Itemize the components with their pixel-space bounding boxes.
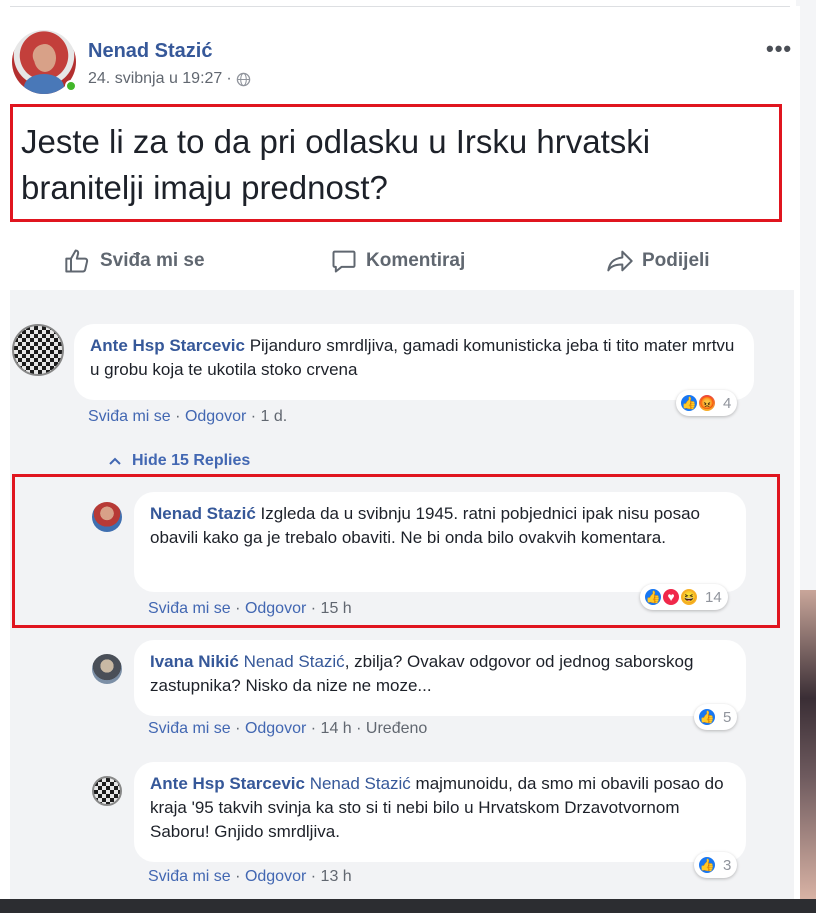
comment-button[interactable]: Komentiraj	[330, 236, 465, 286]
post-timestamp[interactable]: 24. svibnja u 19:27	[88, 70, 222, 88]
reply-avatar[interactable]	[92, 776, 122, 806]
comment-time[interactable]: 1 d.	[261, 408, 288, 425]
reply-author[interactable]: Ivana Nikić	[150, 652, 239, 671]
reply-bubble: Ante Hsp Starcevic Nenad Stazić majmunoi…	[134, 762, 746, 862]
reaction-count: 4	[723, 394, 732, 412]
thumbs-up-icon	[65, 249, 89, 273]
background-photo	[800, 590, 816, 900]
reaction-summary[interactable]: 👍 3	[694, 852, 738, 878]
haha-icon: 😆	[679, 587, 699, 607]
like-icon: 👍	[643, 587, 663, 607]
comment-actions: Sviđa mi se · Odgovor · 1 d.	[88, 408, 288, 425]
post-author[interactable]: Nenad Stazić	[88, 40, 212, 63]
reaction-summary[interactable]: 👍 😡 4	[676, 390, 738, 416]
reply-author[interactable]: Ante Hsp Starcevic	[150, 774, 305, 793]
comment-label: Komentiraj	[366, 250, 466, 271]
commenter-avatar[interactable]	[12, 324, 64, 376]
reaction-summary[interactable]: 👍 5	[694, 704, 738, 730]
share-label: Podijeli	[642, 250, 710, 271]
post-meta: 24. svibnja u 19:27 ·	[88, 70, 251, 88]
globe-icon	[236, 72, 250, 86]
screenshot: Nenad Stazić 24. svibnja u 19:27 · ••• J…	[0, 0, 816, 913]
angry-icon: 😡	[697, 393, 717, 413]
hide-replies-label: Hide 15 Replies	[132, 452, 251, 469]
comment-bubble: Ante Hsp Starcevic Pijanduro smrdljiva, …	[74, 324, 754, 400]
comment-like-link[interactable]: Sviđa mi se	[88, 408, 171, 425]
reply-like-link[interactable]: Sviđa mi se	[148, 600, 231, 617]
love-icon: ♥	[661, 587, 681, 607]
post-text: Jeste li za to da pri odlasku u Irsku hr…	[10, 104, 782, 222]
reply-avatar[interactable]	[92, 502, 122, 532]
reply-actions: Sviđa mi se · Odgovor · 14 h · Uređeno	[148, 720, 428, 737]
share-button[interactable]: Podijeli	[606, 236, 710, 286]
reaction-count: 14	[705, 588, 722, 606]
reply-author[interactable]: Nenad Stazić	[150, 504, 256, 523]
reaction-count: 5	[723, 708, 732, 726]
separator: ·	[226, 70, 232, 87]
taskbar-strip	[0, 899, 816, 913]
reply-bubble: Nenad Stazić Izgleda da u svibnju 1945. …	[134, 492, 746, 592]
like-icon: 👍	[679, 393, 699, 413]
like-button[interactable]: Sviđa mi se	[64, 236, 205, 286]
reply-reply-link[interactable]: Odgovor	[245, 720, 306, 737]
reaction-summary[interactable]: 👍 ♥ 😆 14	[640, 584, 728, 610]
online-status-icon	[65, 80, 77, 92]
hide-replies-link[interactable]: Hide 15 Replies	[108, 452, 250, 470]
facebook-post: Nenad Stazić 24. svibnja u 19:27 · ••• J…	[0, 6, 800, 902]
like-icon: 👍	[697, 855, 717, 875]
reply-reply-link[interactable]: Odgovor	[245, 600, 306, 617]
reply-bubble: Ivana Nikić Nenad Stazić, zbilja? Ovakav…	[134, 640, 746, 716]
reply-like-link[interactable]: Sviđa mi se	[148, 720, 231, 737]
speech-bubble-icon	[332, 250, 356, 273]
more-options-icon[interactable]: •••	[766, 36, 792, 62]
reply-avatar[interactable]	[92, 654, 122, 684]
comment-author[interactable]: Ante Hsp Starcevic	[90, 336, 245, 355]
like-label: Sviđa mi se	[100, 250, 205, 271]
reply-mention[interactable]: Nenad Stazić	[244, 652, 345, 671]
reply-mention[interactable]: Nenad Stazić	[310, 774, 411, 793]
chevron-up-icon	[109, 457, 121, 465]
divider	[10, 6, 790, 7]
reply-like-link[interactable]: Sviđa mi se	[148, 868, 231, 885]
like-icon: 👍	[697, 707, 717, 727]
post-actions: Sviđa mi se Komentiraj Podijeli	[10, 236, 790, 286]
reply-time[interactable]: 14 h	[321, 720, 352, 737]
edited-label[interactable]: Uređeno	[366, 720, 427, 737]
reply-time[interactable]: 13 h	[321, 868, 352, 885]
reply-time[interactable]: 15 h	[321, 600, 352, 617]
reply-actions: Sviđa mi se · Odgovor · 15 h	[148, 600, 352, 617]
reply-reply-link[interactable]: Odgovor	[245, 868, 306, 885]
comment-reply-link[interactable]: Odgovor	[185, 408, 246, 425]
reaction-count: 3	[723, 856, 732, 874]
reply-actions: Sviđa mi se · Odgovor · 13 h	[148, 868, 352, 885]
share-arrow-icon	[607, 250, 633, 272]
